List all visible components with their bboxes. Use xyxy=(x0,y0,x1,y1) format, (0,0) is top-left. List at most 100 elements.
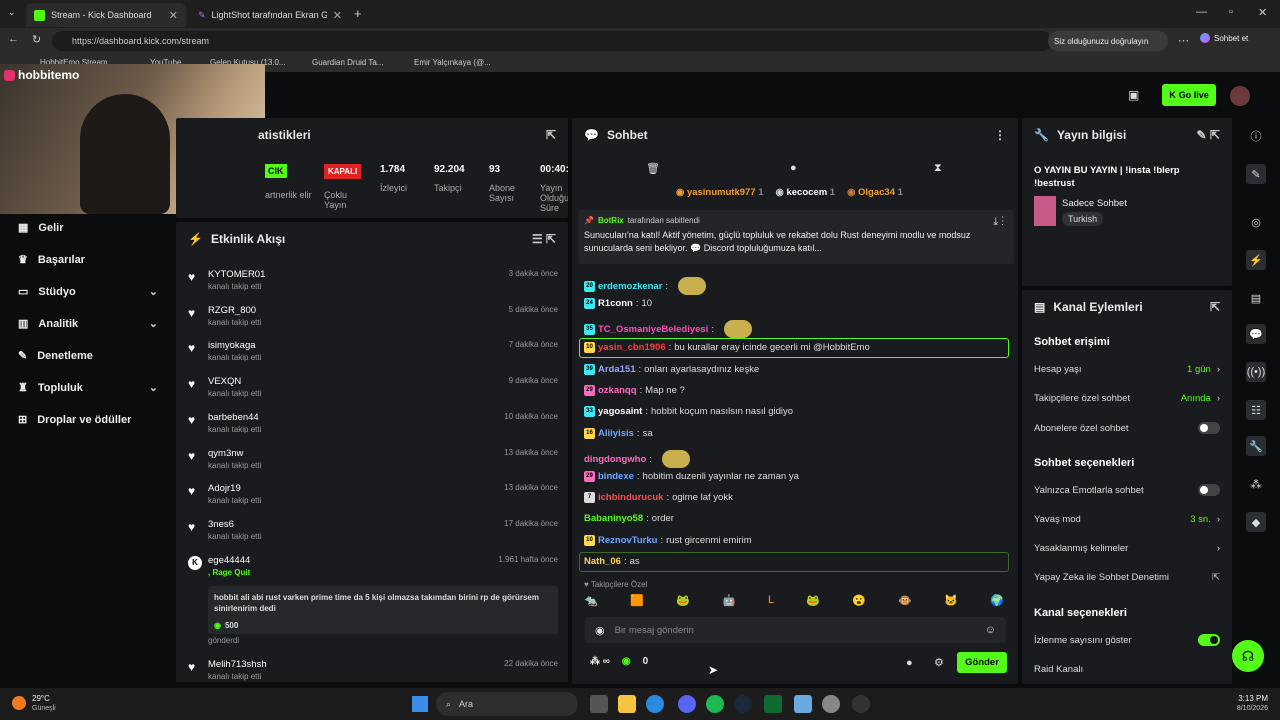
points-icon[interactable]: ⁂ ∞ xyxy=(590,656,610,667)
bolt-icon[interactable]: ⚡ xyxy=(1246,250,1266,270)
close-window-icon[interactable]: ✕ xyxy=(1258,6,1267,19)
support-button[interactable]: ☊ xyxy=(1232,640,1264,672)
emote-item[interactable]: 🟧 xyxy=(630,594,644,612)
bookmark-item[interactable]: Guardian Druid Ta... xyxy=(312,58,383,67)
row-ai-moderation[interactable]: Yapay Zeka ile Sohbet Denetimi ⇱ xyxy=(1034,572,1220,583)
emote-item[interactable]: 🐸 xyxy=(676,594,690,612)
windows-start-icon[interactable] xyxy=(412,696,428,712)
emote-item[interactable]: 🐸 xyxy=(806,594,820,612)
tab-list-icon[interactable]: ⌄ xyxy=(8,7,16,18)
steam-icon[interactable] xyxy=(734,695,752,713)
emote-item[interactable]: 🌍 xyxy=(990,594,1004,612)
broadcast-icon[interactable]: ((•)) xyxy=(1246,362,1266,382)
go-live-button[interactable]: K Go live xyxy=(1162,84,1216,106)
sidebar-item-denetleme[interactable]: ✎ Denetleme xyxy=(18,349,158,363)
subs-chat-toggle[interactable] xyxy=(1198,422,1220,434)
emote-item[interactable]: 😮 xyxy=(852,594,866,612)
emoji-icon[interactable]: ☺ xyxy=(985,624,996,636)
chat-username[interactable]: yagosaint xyxy=(598,406,642,417)
folder-icon[interactable] xyxy=(618,695,636,713)
chat-bubble-icon[interactable]: ● xyxy=(906,657,913,669)
popout-icon[interactable]: ⇱ xyxy=(546,128,556,142)
trash-icon[interactable]: 🗑 xyxy=(646,162,660,175)
emote-item[interactable]: 🐀 xyxy=(584,594,598,612)
bookmark-item[interactable]: Emir Yalçınkaya (@... xyxy=(414,58,491,67)
hourglass-icon[interactable]: ⧗ xyxy=(934,162,942,175)
chat-username[interactable]: Aliiyisis xyxy=(598,428,634,439)
obs-icon[interactable] xyxy=(852,695,870,713)
share-icon[interactable]: ⁂ xyxy=(1246,474,1266,494)
emote-item[interactable]: 🐱 xyxy=(944,594,958,612)
chat-bubble-icon[interactable]: ● xyxy=(790,162,797,174)
gear-icon[interactable]: ⚙ xyxy=(934,656,944,669)
chat-username[interactable]: Nath_06 xyxy=(584,556,621,567)
notepad-icon[interactable] xyxy=(794,695,812,713)
chat-username[interactable]: ozkanqq xyxy=(598,385,637,396)
chat-username[interactable]: dingdongwho xyxy=(584,454,646,465)
spotify-icon[interactable] xyxy=(706,695,724,713)
chat-input[interactable]: ◉ Bir mesaj gönderin ☺ xyxy=(585,617,1006,643)
document-icon[interactable]: ▤ xyxy=(1246,288,1266,308)
close-icon[interactable]: ✕ xyxy=(169,9,178,22)
discord-icon[interactable] xyxy=(678,695,696,713)
popout-icon[interactable]: ⇱ xyxy=(1210,300,1220,314)
row-raid[interactable]: Raid Kanalı xyxy=(1034,664,1220,675)
info-icon[interactable]: ⓘ xyxy=(1246,126,1266,146)
unpin-icon[interactable]: ⤓ ⋮ xyxy=(993,216,1004,229)
minimize-icon[interactable]: — xyxy=(1196,6,1207,18)
wrench-icon[interactable]: 🔧 xyxy=(1246,436,1266,456)
row-slow-mode[interactable]: Yavaş mod 3 sn. › xyxy=(1034,514,1220,525)
send-button[interactable]: Gönder xyxy=(957,652,1007,673)
sidebar-item-studyo[interactable]: ▭ Stüdyo ⌄ xyxy=(18,285,158,299)
tab-lightshot[interactable]: ✎ LightShot tarafından Ekran Görün ✕ xyxy=(190,3,350,27)
emote-only-toggle[interactable] xyxy=(1198,484,1220,496)
verify-pill[interactable]: Siz olduğunuzu doğrulayın xyxy=(1048,31,1168,51)
row-followers-chat[interactable]: Takipçilere özel sohbet Anında › xyxy=(1034,393,1220,404)
emote-item[interactable]: 🐵 xyxy=(898,594,912,612)
tab-kick-dashboard[interactable]: Stream - Kick Dashboard ✕ xyxy=(26,3,186,27)
chat-username[interactable]: ReznovTurku xyxy=(598,535,657,546)
chat-username[interactable]: ichbindurucuk xyxy=(598,492,663,503)
restore-icon[interactable]: ▫ xyxy=(1229,6,1233,18)
gem-icon[interactable]: ◆ xyxy=(1246,512,1266,532)
camera-icon[interactable]: ◎ xyxy=(1246,212,1266,232)
chat-username[interactable]: yasin_cbn1906 xyxy=(598,342,666,353)
sidebar-item-droplar[interactable]: ⊞ Droplar ve ödüller xyxy=(18,413,158,427)
row-banned-words[interactable]: Yasaklanmış kelimeler › xyxy=(1034,543,1220,554)
file-icon[interactable] xyxy=(590,695,608,713)
sidebar-item-analitik[interactable]: ▥ Analitik ⌄ xyxy=(18,317,158,331)
sidebar-item-topluluk[interactable]: ♜ Topluluk ⌄ xyxy=(18,381,158,395)
settings-icon[interactable] xyxy=(822,695,840,713)
close-icon[interactable]: ✕ xyxy=(333,9,342,22)
menu-dots-icon[interactable]: ⋯ xyxy=(1178,34,1189,47)
chat-settings-icon[interactable]: ◉ xyxy=(595,624,605,637)
terminal-icon[interactable] xyxy=(764,695,782,713)
row-account-age[interactable]: Hesap yaşı 1 gün › xyxy=(1034,364,1220,375)
new-tab-icon[interactable]: + xyxy=(354,6,362,21)
more-icon[interactable]: ⋮ xyxy=(994,128,1006,142)
theater-icon[interactable]: ▣ xyxy=(1128,88,1139,102)
back-icon[interactable]: ← xyxy=(8,33,19,45)
chat-username[interactable]: bindexe xyxy=(598,471,634,482)
edit-icon[interactable]: ✎ ⇱ xyxy=(1197,128,1220,142)
chat-username[interactable]: Babaninyo58 xyxy=(584,513,643,524)
pencil-icon[interactable]: ✎ xyxy=(1246,164,1266,184)
chat-icon[interactable]: 💬 xyxy=(1246,324,1266,344)
emote-item[interactable]: 🤖 xyxy=(722,594,736,612)
chat-username[interactable]: erdemozkenar xyxy=(598,281,662,292)
chat-username[interactable]: TC_OsmaniyeBelediyesi xyxy=(598,324,708,335)
refresh-icon[interactable]: ↻ xyxy=(32,33,41,46)
list-icon[interactable]: ☷ xyxy=(1246,400,1266,420)
sidebar-item-gelir[interactable]: ▦ Gelir xyxy=(18,221,158,235)
filter-icon[interactable]: ☰ ⇱ xyxy=(532,232,556,246)
copilot-button[interactable]: Sohbet et xyxy=(1200,33,1248,43)
show-viewers-toggle[interactable] xyxy=(1198,634,1220,646)
avatar[interactable] xyxy=(1230,86,1250,106)
url-field[interactable]: https://dashboard.kick.com/stream xyxy=(52,31,1052,51)
taskbar-search[interactable]: ⌕ Ara xyxy=(436,692,578,716)
chat-username[interactable]: Arda151 xyxy=(598,364,636,375)
edge-icon[interactable] xyxy=(646,695,664,713)
sidebar-item-basarilar[interactable]: ♛ Başarılar xyxy=(18,253,158,267)
chat-username[interactable]: R1conn xyxy=(598,298,633,309)
emote-item[interactable]: L xyxy=(768,594,774,612)
